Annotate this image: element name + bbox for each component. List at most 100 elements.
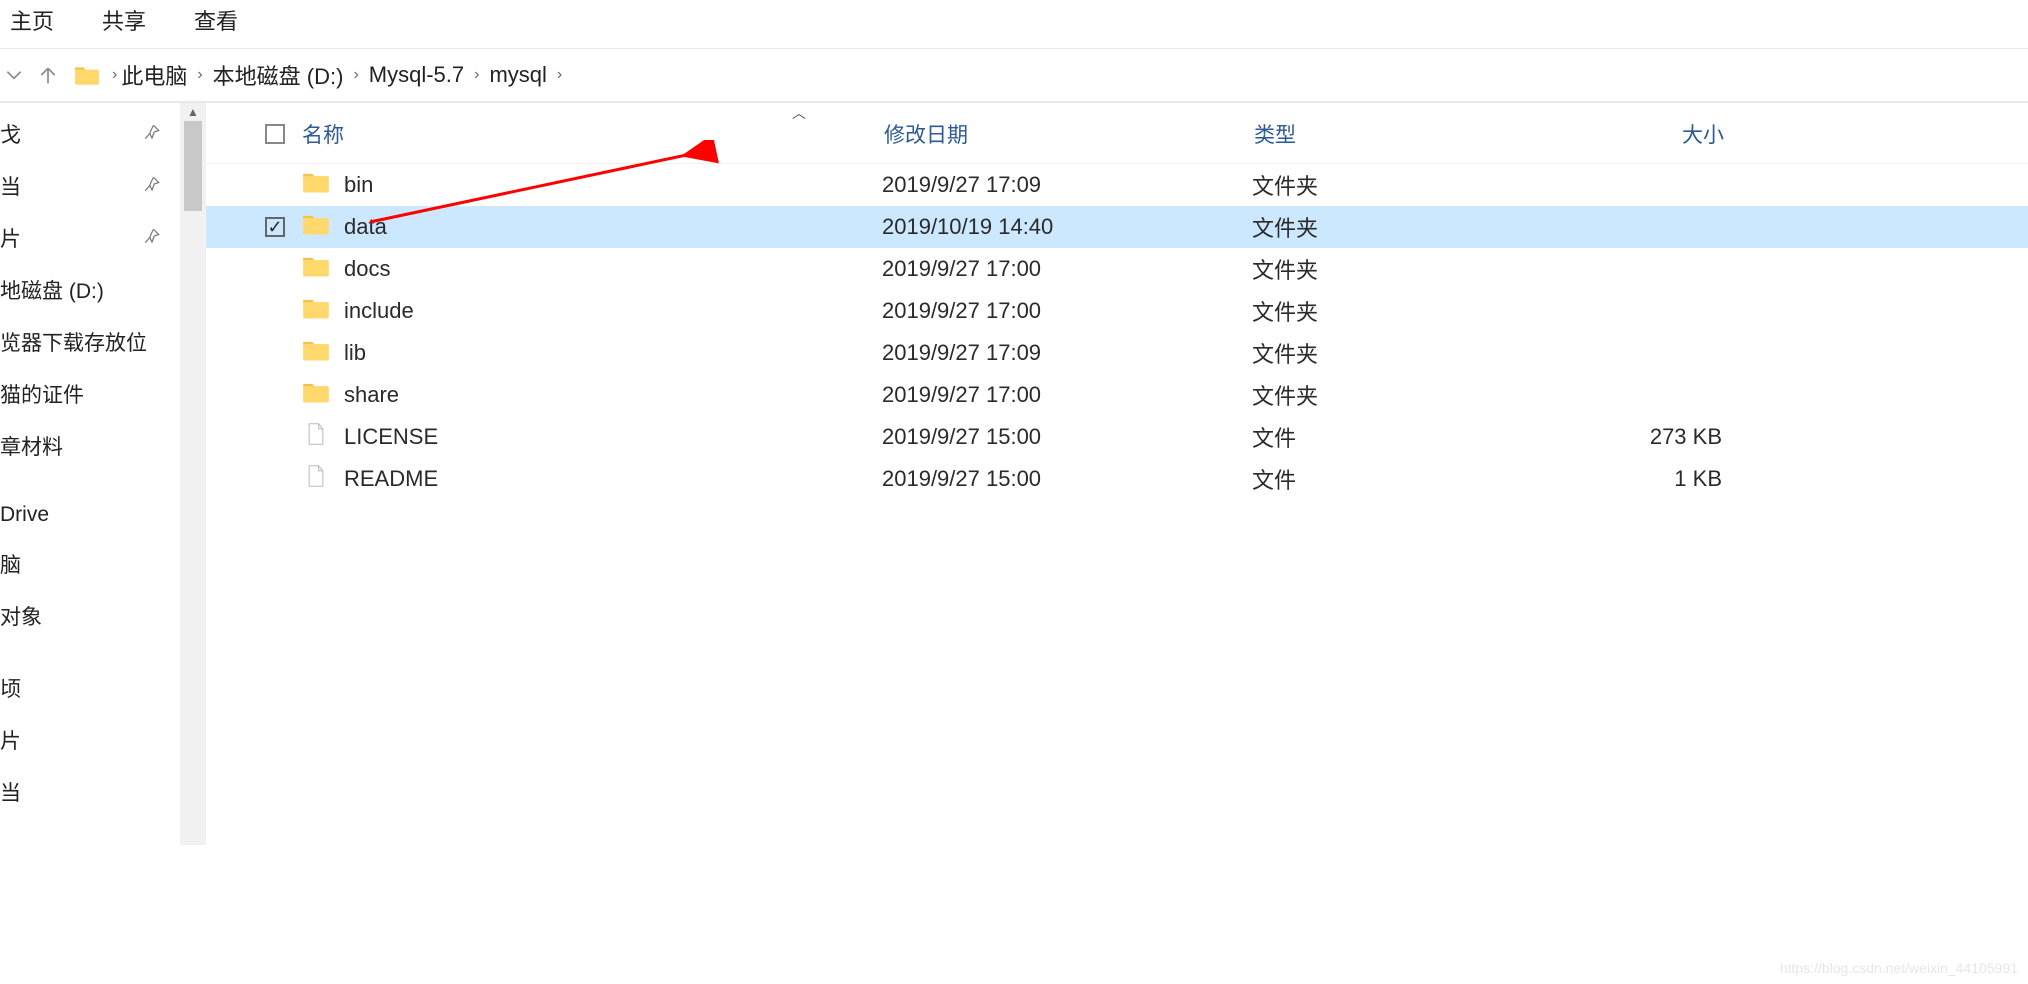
- explorer-body: 戈当片地磁盘 (D:)览器下载存放位猫的证件章材料Drive脑对象顷片当 ▲ 名…: [0, 102, 2028, 845]
- sidebar-item[interactable]: Drive: [0, 503, 171, 527]
- sidebar-item[interactable]: 片: [0, 725, 171, 755]
- breadcrumb-sep-icon: ›: [349, 66, 362, 84]
- column-type[interactable]: 类型: [1254, 119, 1554, 149]
- watermark: https://blog.csdn.net/weixin_44105991: [1780, 960, 2018, 976]
- sidebar-item-label: 章材料: [0, 431, 161, 461]
- pin-icon: [143, 175, 161, 198]
- ribbon-tab-view[interactable]: 查看: [194, 4, 238, 36]
- pin-icon: [143, 227, 161, 250]
- folder-icon: [302, 380, 344, 410]
- folder-icon: [74, 64, 100, 86]
- breadcrumb-item-0[interactable]: 此电脑: [121, 59, 187, 91]
- file-row[interactable]: LICENSE2019/9/27 15:00文件273 KB: [206, 416, 2028, 458]
- file-name: share: [344, 382, 882, 408]
- breadcrumb-sep-icon: ›: [553, 66, 566, 84]
- file-row[interactable]: share2019/9/27 17:00文件夹: [206, 374, 2028, 416]
- sidebar-item-label: 脑: [0, 549, 161, 579]
- folder-icon: [302, 338, 344, 368]
- file-row[interactable]: include2019/9/27 17:00文件夹: [206, 290, 2028, 332]
- sidebar-item[interactable]: 览器下载存放位: [0, 327, 171, 357]
- sidebar-item-label: 片: [0, 725, 161, 755]
- sidebar-item-label: 顷: [0, 673, 161, 703]
- sidebar-scrollbar[interactable]: ▲: [180, 103, 206, 845]
- sidebar-item[interactable]: 章材料: [0, 431, 171, 461]
- file-list: 名称 修改日期 类型 大小 ︿ bin2019/9/27 17:09文件夹 ✓ da…: [206, 103, 2028, 845]
- file-name: include: [344, 298, 882, 324]
- file-type: 文件: [1252, 463, 1552, 495]
- file-icon: [302, 464, 344, 494]
- file-date: 2019/9/27 17:00: [882, 382, 1252, 408]
- sort-indicator-icon: ︿: [792, 103, 806, 123]
- file-name: docs: [344, 256, 882, 282]
- sidebar-item-label: 当: [0, 171, 143, 201]
- file-name: data: [344, 214, 882, 240]
- sidebar-item-label: 地磁盘 (D:): [0, 275, 161, 305]
- sidebar-item[interactable]: 当: [0, 777, 171, 807]
- sidebar-item-label: 对象: [0, 601, 161, 631]
- file-row[interactable]: docs2019/9/27 17:00文件夹: [206, 248, 2028, 290]
- history-dropdown-icon[interactable]: [4, 65, 24, 85]
- breadcrumb-sep-icon: ›: [108, 66, 121, 84]
- sidebar-item-label: 片: [0, 223, 143, 253]
- file-row[interactable]: bin2019/9/27 17:09文件夹: [206, 164, 2028, 206]
- breadcrumb-item-3[interactable]: mysql: [489, 62, 546, 88]
- sidebar-item[interactable]: 片: [0, 223, 171, 253]
- file-date: 2019/10/19 14:40: [882, 214, 1252, 240]
- sidebar-item[interactable]: 地磁盘 (D:): [0, 275, 171, 305]
- file-name: lib: [344, 340, 882, 366]
- file-type: 文件夹: [1252, 169, 1552, 201]
- nav-row: › 此电脑 › 本地磁盘 (D:) › Mysql-5.7 › mysql ›: [0, 49, 2028, 102]
- file-type: 文件夹: [1252, 379, 1552, 411]
- row-checkbox[interactable]: ✓: [248, 217, 302, 237]
- file-type: 文件夹: [1252, 337, 1552, 369]
- file-type: 文件夹: [1252, 253, 1552, 285]
- select-all-checkbox[interactable]: [248, 124, 302, 144]
- folder-icon: [302, 296, 344, 326]
- breadcrumb-item-1[interactable]: 本地磁盘 (D:): [213, 59, 344, 91]
- scroll-thumb[interactable]: [184, 121, 202, 211]
- list-header: 名称 修改日期 类型 大小: [206, 113, 2028, 164]
- file-row[interactable]: ✓ data2019/10/19 14:40文件夹: [206, 206, 2028, 248]
- folder-icon: [302, 170, 344, 200]
- column-name-label: 名称: [302, 119, 344, 149]
- pin-icon: [143, 123, 161, 146]
- file-size: 273 KB: [1552, 424, 1752, 450]
- file-date: 2019/9/27 15:00: [882, 466, 1252, 492]
- file-row[interactable]: README2019/9/27 15:00文件1 KB: [206, 458, 2028, 500]
- folder-icon: [302, 212, 344, 242]
- scroll-up-icon[interactable]: ▲: [180, 105, 206, 119]
- ribbon-tab-home[interactable]: 主页: [10, 4, 54, 36]
- sidebar-item[interactable]: 猫的证件: [0, 379, 171, 409]
- ribbon-tabs: 主页 共享 查看: [0, 0, 2028, 49]
- file-row[interactable]: lib2019/9/27 17:09文件夹: [206, 332, 2028, 374]
- sidebar-item[interactable]: 顷: [0, 673, 171, 703]
- breadcrumb-sep-icon: ›: [193, 66, 206, 84]
- file-icon: [302, 422, 344, 452]
- breadcrumb-item-2[interactable]: Mysql-5.7: [369, 62, 464, 88]
- sidebar: 戈当片地磁盘 (D:)览器下载存放位猫的证件章材料Drive脑对象顷片当: [0, 103, 180, 845]
- column-size[interactable]: 大小: [1554, 119, 1754, 149]
- sidebar-item-label: Drive: [0, 503, 161, 527]
- file-name: README: [344, 466, 882, 492]
- file-name: LICENSE: [344, 424, 882, 450]
- sidebar-item[interactable]: 戈: [0, 119, 171, 149]
- ribbon-tab-share[interactable]: 共享: [102, 4, 146, 36]
- sidebar-item-label: 览器下载存放位: [0, 327, 161, 357]
- file-date: 2019/9/27 17:09: [882, 340, 1252, 366]
- sidebar-item-label: 当: [0, 777, 161, 807]
- file-type: 文件夹: [1252, 211, 1552, 243]
- sidebar-item[interactable]: 脑: [0, 549, 171, 579]
- sidebar-item[interactable]: 当: [0, 171, 171, 201]
- file-date: 2019/9/27 17:09: [882, 172, 1252, 198]
- file-type: 文件夹: [1252, 295, 1552, 327]
- file-date: 2019/9/27 17:00: [882, 298, 1252, 324]
- file-size: 1 KB: [1552, 466, 1752, 492]
- breadcrumb-sep-icon: ›: [470, 66, 483, 84]
- sidebar-item-label: 猫的证件: [0, 379, 161, 409]
- sidebar-item[interactable]: 对象: [0, 601, 171, 631]
- up-one-level-icon[interactable]: [38, 64, 58, 86]
- file-date: 2019/9/27 17:00: [882, 256, 1252, 282]
- column-date[interactable]: 修改日期: [884, 119, 1254, 149]
- breadcrumb[interactable]: 此电脑 › 本地磁盘 (D:) › Mysql-5.7 › mysql ›: [121, 59, 566, 91]
- column-name[interactable]: 名称: [302, 119, 884, 149]
